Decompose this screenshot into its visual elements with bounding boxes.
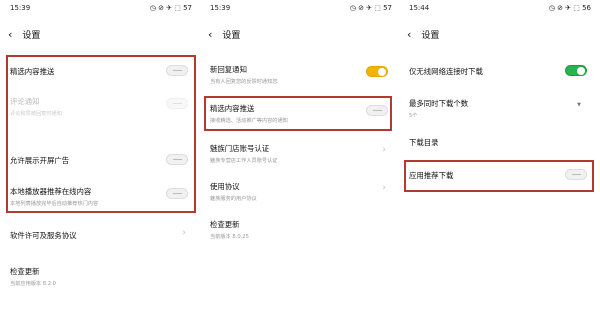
setting-new-reply-notify[interactable]: 新回复通知 当有人回复您的反馈时通知您 xyxy=(210,64,392,85)
wifi-only-toggle[interactable] xyxy=(565,65,587,76)
status-time: 15:44 xyxy=(409,4,430,12)
setting-label: 使用协议 xyxy=(210,182,240,191)
title-bar: ‹ 设置 xyxy=(208,26,240,42)
back-arrow-icon[interactable]: ‹ xyxy=(208,28,212,41)
title-bar: ‹ 设置 xyxy=(8,26,40,42)
setting-wifi-only-download[interactable]: 仅无线网络连接时下载 xyxy=(409,65,591,77)
status-icons: ◷ ⊘ ✈ ⬚ 56 xyxy=(548,4,591,12)
highlight-box xyxy=(6,55,196,213)
setting-store-auth[interactable]: 魅族门店账号认证 魅族专营店工作人员账号认证 › xyxy=(210,143,392,164)
back-arrow-icon[interactable]: ‹ xyxy=(8,28,12,41)
page-title: 设置 xyxy=(421,30,440,41)
setting-license[interactable]: 软件许可及服务协议 › xyxy=(10,228,192,241)
status-bar: 15:39 ◷ ⊘ ✈ ⬚ 57 xyxy=(8,4,194,16)
status-icons: ◷ ⊘ ✈ ⬚ 57 xyxy=(349,4,392,12)
title-bar: ‹ 设置 xyxy=(407,26,439,42)
status-time: 15:39 xyxy=(10,4,31,12)
setting-download-dir[interactable]: 下载目录 xyxy=(409,137,591,148)
setting-label: 最多同时下载个数 xyxy=(409,99,469,108)
back-arrow-icon[interactable]: ‹ xyxy=(407,28,411,41)
comparison-screenshot: 15:39 ◷ ⊘ ✈ ⬚ 57 ‹ 设置 精选内容推送 评论通知 评论和赞被回… xyxy=(0,0,600,329)
setting-label: 魅族门店账号认证 xyxy=(210,144,270,153)
setting-sub: 魅族服务的用户协议 xyxy=(210,196,257,202)
setting-sub: 当前应用版本 8.2.0 xyxy=(10,281,56,287)
phone-screen-music: 15:39 ◷ ⊘ ✈ ⬚ 57 ‹ 设置 精选内容推送 评论通知 评论和赞被回… xyxy=(2,0,200,329)
page-title: 设置 xyxy=(222,30,241,41)
highlight-box xyxy=(204,96,392,131)
new-reply-toggle[interactable] xyxy=(366,66,388,77)
status-bar: 15:39 ◷ ⊘ ✈ ⬚ 57 xyxy=(208,4,394,16)
dropdown-caret-icon: ▼ xyxy=(577,102,581,108)
setting-label: 下载目录 xyxy=(409,138,439,147)
status-bar: 15:44 ◷ ⊘ ✈ ⬚ 56 xyxy=(407,4,593,16)
setting-sub: 当有人回复您的反馈时通知您 xyxy=(210,79,278,85)
page-title: 设置 xyxy=(22,30,41,41)
setting-sub: 5个 xyxy=(409,113,418,119)
setting-sub: 当前版本 8.0.25 xyxy=(210,234,249,240)
setting-max-downloads[interactable]: 最多同时下载个数 5个 ▼ xyxy=(409,98,591,119)
setting-sub: 魅族专营店工作人员账号认证 xyxy=(210,158,278,164)
setting-label: 新回复通知 xyxy=(210,65,247,74)
setting-label: 仅无线网络连接时下载 xyxy=(409,67,483,76)
highlight-box xyxy=(404,160,594,192)
status-icons: ◷ ⊘ ✈ ⬚ 57 xyxy=(149,4,192,12)
setting-terms[interactable]: 使用协议 魅族服务的用户协议 › xyxy=(210,181,392,202)
setting-check-update[interactable]: 检查更新 当前应用版本 8.2.0 xyxy=(10,266,192,287)
phone-screen-app-store: 15:44 ◷ ⊘ ✈ ⬚ 56 ‹ 设置 仅无线网络连接时下载 最多同时下载个… xyxy=(401,0,599,329)
chevron-right-icon: › xyxy=(382,183,386,193)
phone-screen-store: 15:39 ◷ ⊘ ✈ ⬚ 57 ‹ 设置 新回复通知 当有人回复您的反馈时通知… xyxy=(202,0,400,329)
setting-label: 软件许可及服务协议 xyxy=(10,231,77,240)
setting-label: 检查更新 xyxy=(10,267,40,276)
chevron-right-icon: › xyxy=(382,145,386,155)
setting-check-update[interactable]: 检查更新 当前版本 8.0.25 xyxy=(210,219,392,240)
chevron-right-icon: › xyxy=(182,228,186,238)
setting-label: 检查更新 xyxy=(210,220,240,229)
status-time: 15:39 xyxy=(210,4,231,12)
